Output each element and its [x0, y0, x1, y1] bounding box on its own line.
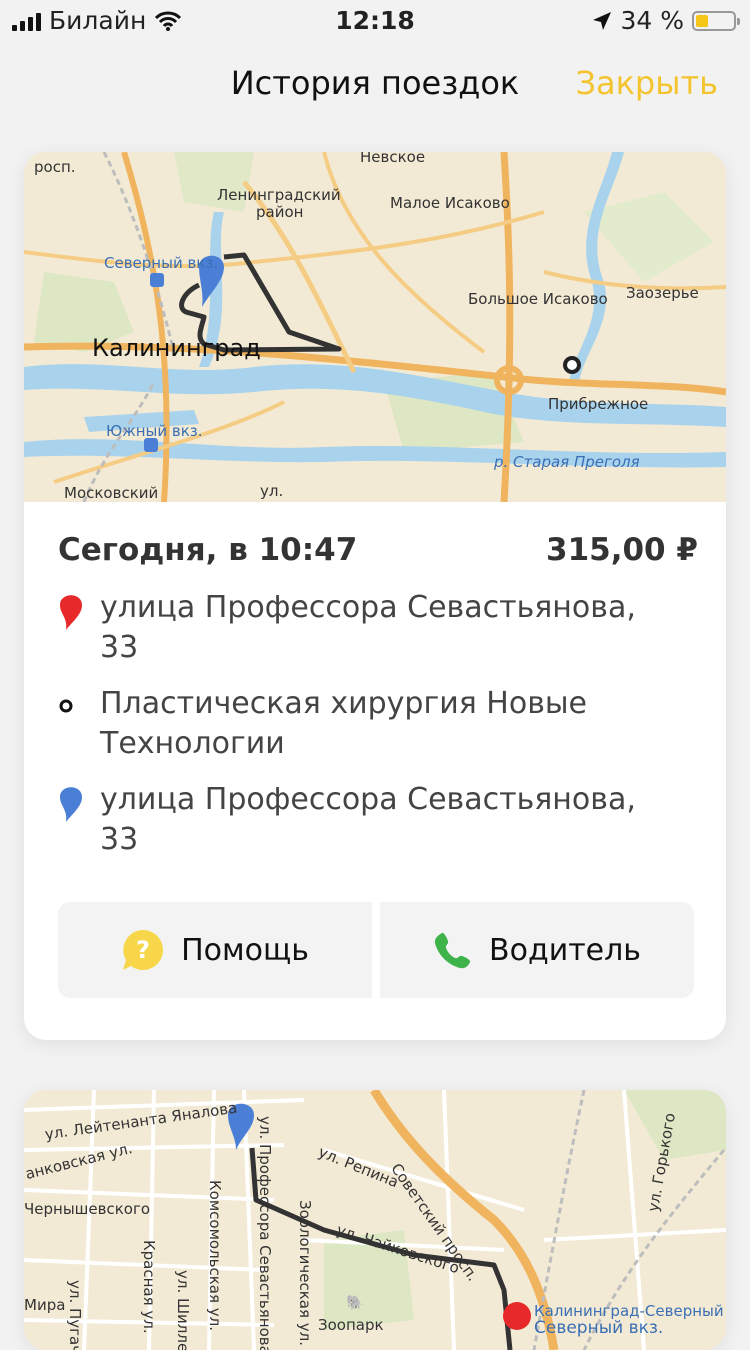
close-button[interactable]: Закрыть: [575, 64, 718, 102]
driver-label: Водитель: [489, 932, 641, 968]
trip-card[interactable]: 🐘 ул. Лейтенанта Яналова анковская ул. Ч…: [24, 1090, 726, 1350]
trip-map: Невское Ленинградский район Малое Исаков…: [24, 152, 726, 502]
trip-price: 315,00 ₽: [546, 532, 698, 568]
start-pin-icon: [503, 1302, 531, 1330]
battery-icon: [692, 10, 740, 31]
trip-map: 🐘 ул. Лейтенанта Яналова анковская ул. Ч…: [24, 1090, 726, 1350]
start-pin-icon: [60, 595, 82, 630]
svg-text:🐘: 🐘: [346, 1294, 363, 1311]
trip-actions: ? Помощь Водитель: [58, 902, 694, 998]
route-stop-end: улица Профессора Севастьянова, 33: [58, 780, 698, 860]
svg-text:?: ?: [136, 936, 150, 964]
nav-header: История поездок Закрыть: [0, 50, 750, 120]
trip-card[interactable]: Невское Ленинградский район Малое Исаков…: [24, 152, 726, 1040]
battery-level: [696, 14, 708, 27]
route-stop-start: улица Профессора Севастьянова, 33: [58, 588, 698, 668]
stop-marker-icon: [563, 356, 581, 374]
stop-dot-icon: [59, 699, 73, 713]
trip-date: Сегодня, в 10:47: [58, 532, 358, 568]
end-pin-icon: [60, 787, 82, 822]
phone-icon: [434, 932, 471, 969]
help-icon: ?: [123, 930, 164, 970]
location-arrow-icon: [593, 11, 612, 30]
battery-percent: 34 %: [620, 6, 684, 35]
route-stop-intermediate: Пластическая хирургия Новые Технологии: [58, 684, 698, 764]
map-graphic: [24, 152, 726, 502]
help-button[interactable]: ? Помощь: [58, 902, 372, 998]
status-bar: Билайн 12:18 34 %: [0, 0, 750, 40]
help-label: Помощь: [181, 932, 309, 968]
driver-button[interactable]: Водитель: [380, 902, 694, 998]
